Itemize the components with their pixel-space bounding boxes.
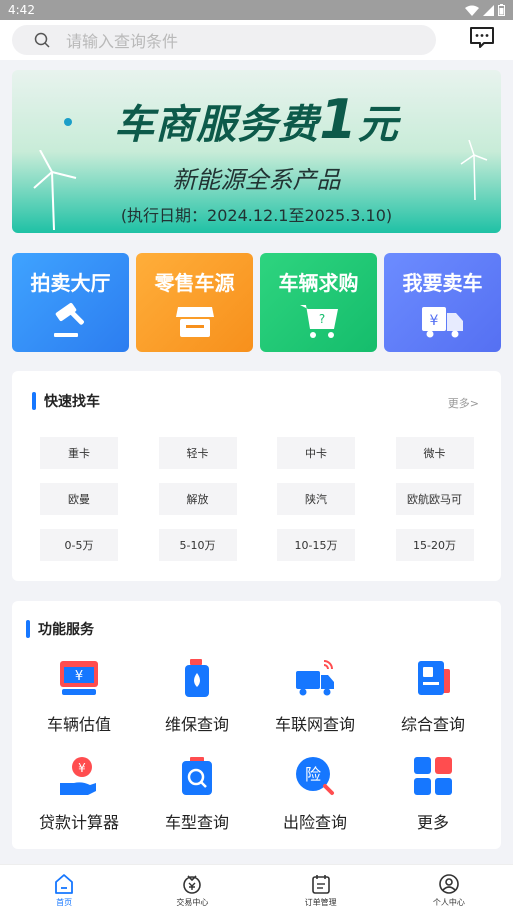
- model-search-icon: [182, 757, 212, 795]
- function-maintenance-query[interactable]: 维保查询: [138, 657, 256, 741]
- status-bar: 4:42: [0, 0, 513, 20]
- function-label: 贷款计算器: [38, 813, 119, 832]
- function-label: 维保查询: [164, 715, 229, 734]
- home-icon: [55, 874, 74, 894]
- function-vehicle-valuation[interactable]: ¥ 车辆估值: [20, 657, 138, 741]
- quick-find-card: 快速找车 更多> 重卡 轻卡 中卡 微卡 欧曼 解放 陕汽 欧航欧马可 0-5万…: [12, 371, 501, 581]
- wifi-icon: [465, 5, 479, 16]
- banner-title-unit: 元: [357, 102, 399, 148]
- filter-chip[interactable]: 解放: [158, 483, 237, 515]
- more-grid-icon: [414, 757, 452, 795]
- filter-chip[interactable]: 10-15万: [277, 529, 355, 561]
- function-iov-query[interactable]: 车联网查询: [256, 657, 374, 741]
- tab-label: 交易中心: [176, 898, 209, 907]
- section-header: 功能服务: [26, 619, 94, 639]
- filter-chip[interactable]: 轻卡: [158, 437, 237, 469]
- function-comprehensive-query[interactable]: 综合查询: [374, 657, 492, 741]
- main-entry-tiles: 拍卖大厅 零售车源 车辆求购 ? 我要卖车 ¥: [12, 253, 501, 352]
- battery-icon: [498, 4, 505, 16]
- function-label: 车联网查询: [274, 715, 355, 734]
- cart-icon: ?: [300, 305, 338, 338]
- top-header: 请输入查询条件: [0, 20, 513, 60]
- tile-label: 车辆求购: [278, 271, 359, 295]
- search-input[interactable]: 请输入查询条件: [12, 25, 436, 55]
- insurance-claim-icon: 险: [296, 757, 334, 795]
- function-model-query[interactable]: 车型查询: [138, 755, 256, 839]
- tile-retail-vehicles[interactable]: 零售车源: [136, 253, 253, 352]
- filter-chip[interactable]: 微卡: [395, 437, 474, 469]
- more-link[interactable]: 更多>: [448, 395, 479, 411]
- banner-subtitle: 新能源全系产品: [172, 166, 341, 194]
- function-label: 车辆估值: [46, 715, 111, 734]
- section-title: 快速找车: [44, 394, 100, 410]
- section-title: 功能服务: [38, 622, 94, 638]
- bottom-tab-bar: 首页 交易中心 订单管理 个人中心: [0, 864, 513, 912]
- tab-label: 订单管理: [304, 898, 337, 907]
- function-label: 更多: [416, 813, 449, 832]
- filter-chip[interactable]: 陕汽: [277, 483, 355, 515]
- svg-text:?: ?: [319, 312, 325, 326]
- banner-title-number: 1: [319, 88, 358, 151]
- search-placeholder: 请输入查询条件: [66, 32, 179, 51]
- store-icon: [176, 307, 214, 337]
- section-header: 快速找车: [32, 391, 100, 411]
- tab-order-management[interactable]: 订单管理: [257, 865, 385, 912]
- trade-icon: [183, 875, 202, 894]
- filter-chip[interactable]: 5-10万: [158, 529, 237, 561]
- filter-chip[interactable]: 欧航欧马可: [395, 483, 474, 515]
- tab-home[interactable]: 首页: [0, 865, 128, 912]
- svg-text:险: 险: [305, 765, 321, 784]
- tile-vehicle-wanted[interactable]: 车辆求购 ?: [260, 253, 377, 352]
- truck-yuan-icon: ¥: [422, 307, 463, 338]
- svg-text:¥: ¥: [78, 761, 86, 775]
- function-grid: ¥ 车辆估值 维保查询 车联网查询 综合查询 ¥ 贷款计算器 车型查询 险 出险…: [20, 657, 493, 839]
- section-accent-bar: [26, 620, 30, 638]
- tile-label: 拍卖大厅: [30, 271, 111, 295]
- comprehensive-icon: [418, 661, 450, 695]
- function-label: 出险查询: [282, 813, 347, 832]
- status-icons: [465, 4, 505, 16]
- order-icon: [311, 875, 330, 894]
- function-label: 车型查询: [164, 813, 229, 832]
- tab-label: 个人中心: [432, 898, 465, 907]
- status-time: 4:42: [8, 3, 35, 17]
- function-more[interactable]: 更多: [374, 755, 492, 839]
- tile-sell-vehicle[interactable]: 我要卖车 ¥: [384, 253, 501, 352]
- svg-text:¥: ¥: [75, 669, 83, 684]
- tab-profile[interactable]: 个人中心: [385, 865, 513, 912]
- tab-label: 首页: [56, 898, 73, 907]
- function-services-card: 功能服务 ¥ 车辆估值 维保查询 车联网查询 综合查询 ¥ 贷款计算器 车型查询…: [12, 601, 501, 849]
- loan-calculator-icon: ¥: [60, 757, 96, 795]
- tab-trade-center[interactable]: 交易中心: [128, 865, 256, 912]
- filter-chip[interactable]: 15-20万: [395, 529, 474, 561]
- tile-label: 我要卖车: [402, 271, 483, 295]
- function-loan-calculator[interactable]: ¥ 贷款计算器: [20, 755, 138, 839]
- banner-title: 车商服务费1元: [12, 88, 501, 151]
- gavel-icon: [54, 302, 84, 337]
- signal-icon: [483, 4, 494, 16]
- search-icon: [34, 32, 50, 48]
- banner-title-text: 车商服务费: [114, 102, 320, 148]
- profile-icon: [439, 874, 459, 894]
- filter-chip[interactable]: 0-5万: [40, 529, 118, 561]
- quick-find-chips: 重卡 轻卡 中卡 微卡 欧曼 解放 陕汽 欧航欧马可 0-5万 5-10万 10…: [40, 437, 474, 561]
- filter-chip[interactable]: 欧曼: [40, 483, 118, 515]
- svg-text:¥: ¥: [430, 313, 439, 329]
- filter-chip[interactable]: 重卡: [40, 437, 118, 469]
- tile-auction-hall[interactable]: 拍卖大厅: [12, 253, 129, 352]
- function-label: 综合查询: [400, 715, 465, 734]
- message-icon[interactable]: [469, 26, 495, 50]
- valuation-icon: ¥: [60, 661, 98, 695]
- filter-chip[interactable]: 中卡: [277, 437, 355, 469]
- banner-date: (执行日期：2024.12.1至2025.3.10): [120, 206, 393, 225]
- promo-banner[interactable]: 车商服务费1元 新能源全系产品 (执行日期：2024.12.1至2025.3.1…: [12, 70, 501, 233]
- maintenance-icon: [185, 659, 209, 697]
- section-accent-bar: [32, 392, 36, 410]
- tile-label: 零售车源: [154, 271, 235, 295]
- iov-icon: [296, 660, 334, 696]
- function-claim-query[interactable]: 险 出险查询: [256, 755, 374, 839]
